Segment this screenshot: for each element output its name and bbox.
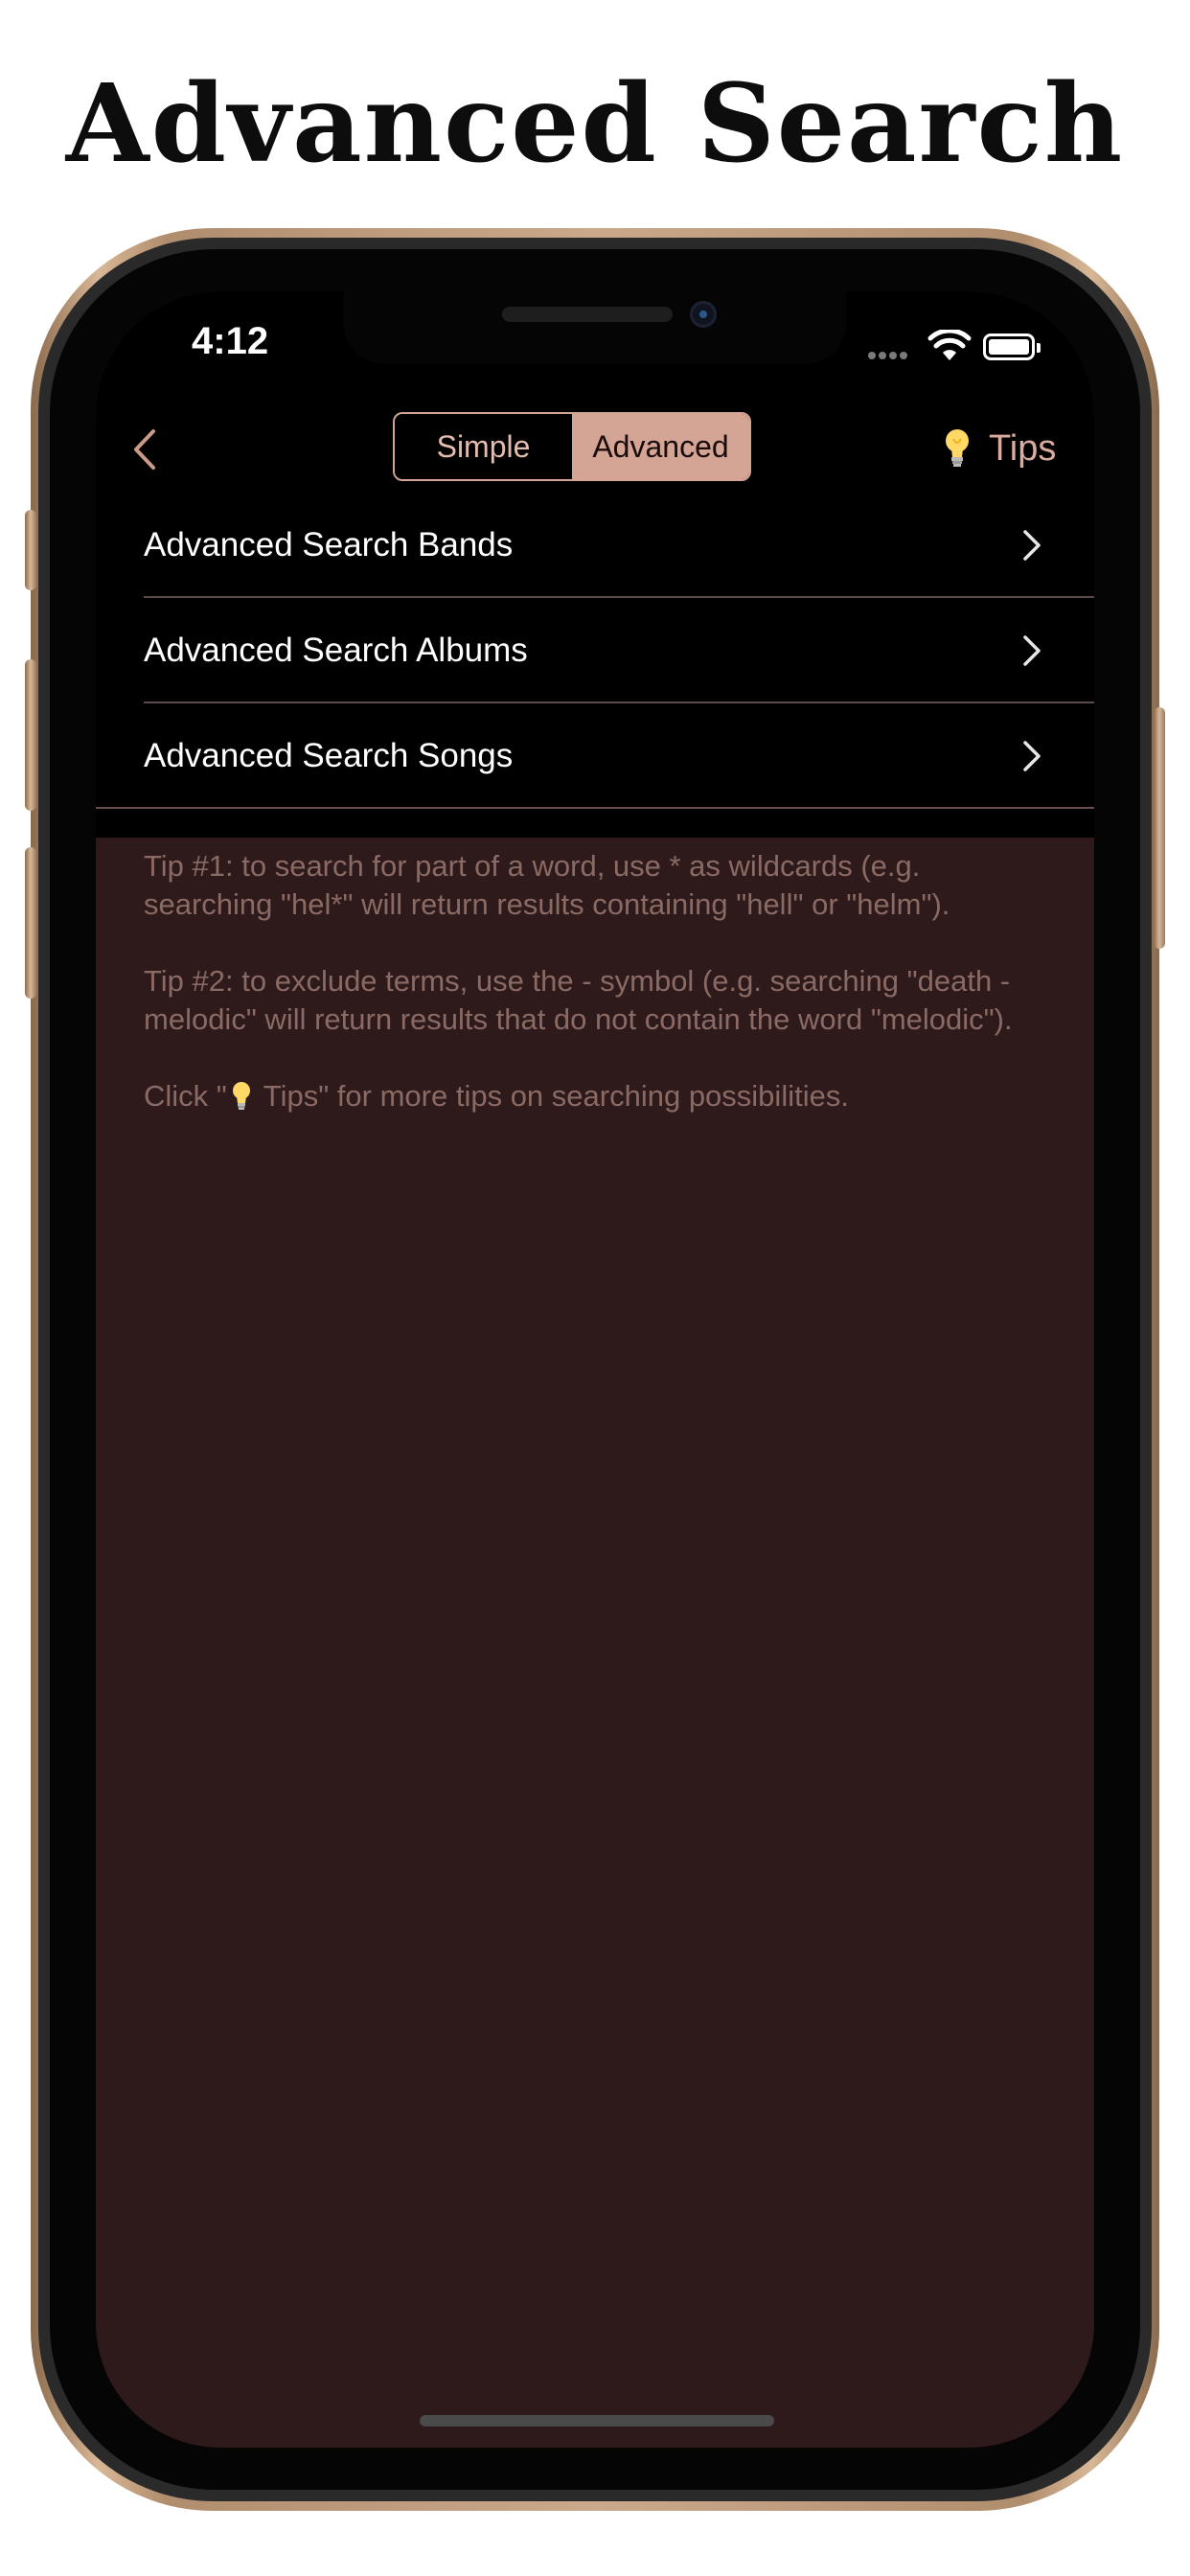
lightbulb-icon: [946, 429, 969, 467]
status-indicators: [868, 330, 1060, 368]
promo-headline: Advanced Search: [65, 61, 1125, 187]
lightbulb-icon: [232, 1082, 250, 1110]
tip-more-prefix: Click ": [144, 1079, 227, 1113]
list-item-bands[interactable]: Advanced Search Bands: [96, 493, 1094, 598]
list-item-label: Advanced Search Albums: [144, 632, 528, 669]
app-screen: 4:12 Simple Advanced Tips Advanced Searc…: [96, 291, 1094, 2448]
chevron-right-icon: [1023, 635, 1041, 666]
chevron-right-icon: [1023, 530, 1041, 561]
front-camera: [690, 301, 717, 328]
segment-advanced[interactable]: Advanced: [572, 414, 749, 479]
row-divider: [96, 807, 1094, 809]
advanced-search-list: Advanced Search Bands Advanced Search Al…: [96, 493, 1094, 809]
notch: [343, 291, 847, 364]
home-indicator[interactable]: [420, 2415, 774, 2426]
segment-simple[interactable]: Simple: [395, 414, 572, 479]
tip-wildcards: Tip #1: to search for part of a word, us…: [144, 849, 950, 921]
phone-volume-down: [25, 847, 36, 999]
battery-icon: [983, 334, 1041, 360]
search-mode-segmented-control: Simple Advanced: [393, 412, 751, 481]
list-item-label: Advanced Search Bands: [144, 526, 514, 564]
tip-exclude: Tip #2: to exclude terms, use the - symb…: [144, 964, 1013, 1036]
phone-silent-switch: [25, 510, 36, 590]
phone-side-button: [1154, 707, 1165, 949]
tips-button[interactable]: Tips: [943, 422, 1056, 475]
chevron-right-icon: [1023, 741, 1041, 771]
tip-more: Click " Tips" for more tips on searching…: [144, 1077, 1054, 1116]
wifi-icon: [927, 330, 972, 360]
list-item-songs[interactable]: Advanced Search Songs: [96, 703, 1094, 809]
earpiece-speaker: [502, 307, 673, 322]
cellular-icon: [868, 347, 910, 364]
phone-volume-up: [25, 659, 36, 811]
status-time: 4:12: [192, 320, 269, 362]
tips-label: Tips: [989, 427, 1057, 469]
tip-more-suffix: Tips" for more tips on searching possibi…: [263, 1079, 849, 1113]
list-item-label: Advanced Search Songs: [144, 737, 514, 774]
back-chevron-icon[interactable]: [126, 426, 165, 473]
search-tips: Tip #1: to search for part of a word, us…: [144, 847, 1054, 1154]
list-item-albums[interactable]: Advanced Search Albums: [96, 598, 1094, 703]
